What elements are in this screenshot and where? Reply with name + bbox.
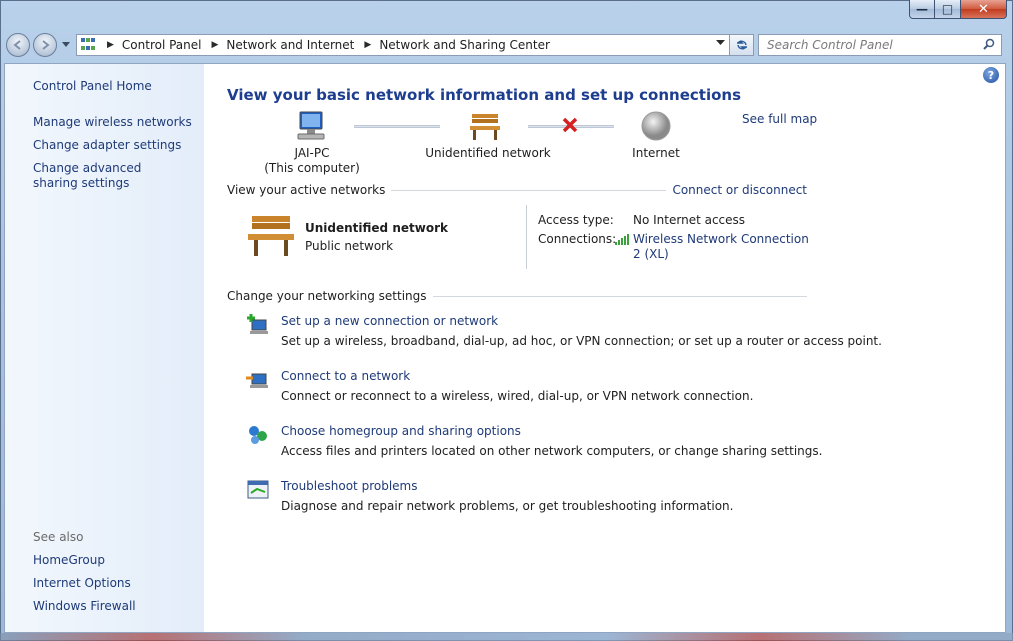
- breadcrumb-separator[interactable]: ▶: [364, 40, 371, 50]
- map-link-line: [354, 125, 440, 128]
- navigation-bar: ▶ Control Panel ▶ Network and Internet ▶…: [4, 31, 1007, 59]
- chevron-down-icon: [716, 40, 725, 45]
- homegroup-icon: [249, 426, 267, 444]
- connect-to-network-link[interactable]: Connect to a network: [281, 369, 410, 383]
- see-full-map-link[interactable]: See full map: [742, 112, 817, 126]
- map-internet-label: Internet: [632, 146, 680, 160]
- sidebar-item-control-panel-home[interactable]: Control Panel Home: [33, 79, 193, 94]
- troubleshoot-icon: [247, 480, 269, 499]
- active-networks-heading: View your active networks: [227, 183, 386, 197]
- chevron-down-icon: [62, 42, 70, 47]
- search-icon[interactable]: [983, 38, 995, 50]
- sidebar: Control Panel Home Manage wireless netwo…: [5, 64, 204, 632]
- refresh-icon: [736, 40, 747, 50]
- active-network-type[interactable]: Public network: [305, 239, 393, 253]
- settings-heading: Change your networking settings: [227, 289, 427, 303]
- help-icon[interactable]: ?: [983, 67, 999, 83]
- maximize-button[interactable]: □: [935, 0, 961, 19]
- connect-network-icon: [246, 373, 268, 388]
- main-content: ? View your basic network information an…: [204, 64, 1005, 632]
- see-also-label: See also: [33, 530, 84, 544]
- map-computer-label: JAI-PC (This computer): [264, 146, 360, 176]
- active-network-name: Unidentified network: [305, 221, 448, 235]
- computer-icon[interactable]: [294, 110, 328, 142]
- forward-button[interactable]: [33, 33, 57, 57]
- breadcrumb-network-and-internet[interactable]: Network and Internet: [226, 38, 354, 52]
- map-computer-sub: (This computer): [264, 161, 360, 175]
- client-area: Control Panel Home Manage wireless netwo…: [4, 63, 1006, 633]
- settings-header: Change your networking settings: [227, 289, 807, 303]
- no-connection-icon: [562, 117, 578, 133]
- address-dropdown[interactable]: [716, 39, 725, 49]
- sidebar-item-homegroup[interactable]: HomeGroup: [33, 553, 193, 568]
- bench-icon[interactable]: [246, 214, 296, 258]
- breadcrumb-separator[interactable]: ▶: [212, 40, 219, 50]
- map-network-label: Unidentified network: [425, 146, 551, 160]
- troubleshoot-link[interactable]: Troubleshoot problems: [281, 479, 417, 493]
- sidebar-item-internet-options[interactable]: Internet Options: [33, 576, 193, 591]
- arrow-right-icon: [42, 40, 50, 50]
- search-box[interactable]: [758, 34, 1002, 56]
- control-panel-icon: [81, 38, 97, 52]
- bench-icon[interactable]: [468, 112, 502, 142]
- globe-icon[interactable]: [640, 110, 672, 142]
- arrow-left-icon: [13, 40, 21, 50]
- breadcrumb-control-panel[interactable]: Control Panel: [122, 38, 202, 52]
- refresh-button[interactable]: [730, 34, 754, 56]
- recent-pages-dropdown[interactable]: [60, 37, 72, 53]
- connect-to-network-desc: Connect or reconnect to a wireless, wire…: [281, 389, 754, 403]
- sidebar-item-windows-firewall[interactable]: Windows Firewall: [33, 599, 193, 614]
- homegroup-sharing-link[interactable]: Choose homegroup and sharing options: [281, 424, 521, 438]
- section-divider: [432, 295, 807, 297]
- page-title: View your basic network information and …: [227, 86, 741, 104]
- access-type-value: No Internet access: [633, 213, 746, 227]
- wireless-connection-link[interactable]: Wireless Network Connection 2 (XL): [633, 232, 813, 262]
- sidebar-item-change-advanced-sharing-settings[interactable]: Change advanced sharing settings: [33, 161, 183, 191]
- active-networks-header: View your active networks Connect or dis…: [227, 183, 807, 197]
- minimize-button[interactable]: —: [909, 0, 935, 19]
- section-divider: [391, 189, 667, 191]
- setup-new-connection-link[interactable]: Set up a new connection or network: [281, 314, 498, 328]
- caption-buttons: — □ ✕: [909, 0, 1007, 19]
- address-bar[interactable]: ▶ Control Panel ▶ Network and Internet ▶…: [76, 34, 730, 56]
- new-connection-icon: [247, 314, 268, 334]
- homegroup-sharing-desc: Access files and printers located on oth…: [281, 444, 823, 458]
- access-type-label: Access type:: [538, 213, 614, 227]
- connect-or-disconnect-link[interactable]: Connect or disconnect: [672, 183, 807, 197]
- connections-label: Connections:: [538, 232, 617, 246]
- close-button[interactable]: ✕: [961, 0, 1007, 19]
- sidebar-item-manage-wireless-networks[interactable]: Manage wireless networks: [33, 115, 193, 130]
- signal-strength-icon: [615, 234, 629, 245]
- search-input[interactable]: [759, 35, 969, 55]
- taskbar-strip: [0, 633, 1013, 641]
- back-button[interactable]: [6, 33, 30, 57]
- sidebar-item-change-adapter-settings[interactable]: Change adapter settings: [33, 138, 193, 153]
- setup-new-connection-desc: Set up a wireless, broadband, dial-up, a…: [281, 334, 882, 348]
- breadcrumb-separator[interactable]: ▶: [107, 40, 114, 50]
- map-computer-name: JAI-PC: [294, 146, 330, 160]
- breadcrumb-network-and-sharing-center[interactable]: Network and Sharing Center: [379, 38, 550, 52]
- vertical-divider: [526, 205, 527, 269]
- troubleshoot-desc: Diagnose and repair network problems, or…: [281, 499, 734, 513]
